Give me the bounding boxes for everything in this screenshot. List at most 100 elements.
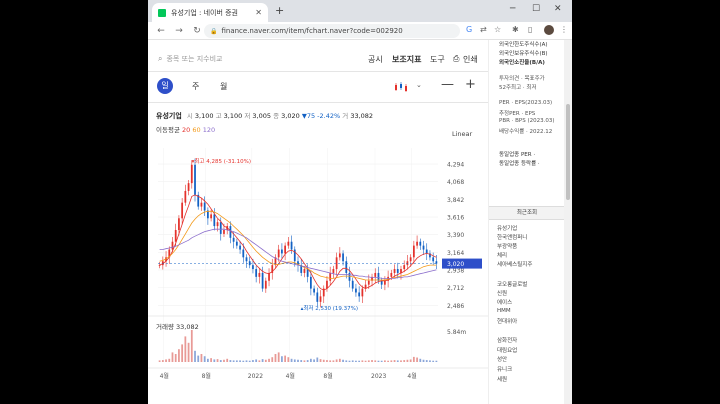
sidebar-opinion: 투자의견 · 목표주가 bbox=[499, 76, 545, 82]
ma-20: 20 bbox=[182, 126, 191, 134]
volume-bar bbox=[384, 360, 386, 362]
ma20-line bbox=[159, 194, 437, 291]
back-icon[interactable]: ← bbox=[156, 26, 166, 36]
recent-item[interactable]: 세아베스틸지주 bbox=[497, 260, 532, 268]
candle-body bbox=[223, 230, 225, 234]
browser-tab[interactable]: 유성기업 : 네이버 증권 ✕ bbox=[152, 3, 268, 22]
extensions-icon[interactable]: ✱ bbox=[512, 25, 519, 34]
divider bbox=[148, 71, 488, 72]
close-window-icon[interactable]: ✕ bbox=[554, 4, 562, 14]
candle-body bbox=[406, 261, 409, 266]
volume-bar bbox=[306, 360, 309, 362]
url-field[interactable]: 🔒 finance.naver.com/item/fchart.naver?co… bbox=[204, 24, 460, 38]
reload-icon[interactable]: ↻ bbox=[192, 26, 202, 36]
tab-weekly[interactable]: 주 bbox=[192, 81, 199, 92]
volume-bar bbox=[387, 360, 389, 362]
minimize-icon[interactable]: ─ bbox=[510, 4, 515, 14]
scale-select[interactable]: Linear bbox=[452, 130, 472, 138]
volume-bar bbox=[303, 360, 306, 362]
menu-disclosure[interactable]: 공시 bbox=[368, 54, 383, 65]
recent-item[interactable]: 신원 bbox=[497, 289, 507, 297]
maximize-icon[interactable]: ☐ bbox=[532, 4, 540, 14]
volume-bar bbox=[200, 354, 203, 362]
candle-body bbox=[219, 222, 222, 234]
x-tick-label: 8월 bbox=[202, 372, 211, 380]
compare-search[interactable]: ⌕ 종목 또는 지수비교 bbox=[158, 52, 258, 66]
y-tick-label: 4,294 bbox=[447, 162, 464, 169]
recent-item[interactable]: 한국앤컴퍼니 bbox=[497, 233, 527, 241]
bookmark-star-icon[interactable]: ☆ bbox=[494, 25, 501, 34]
volume-bar bbox=[235, 360, 238, 362]
left-black-margin bbox=[0, 0, 148, 404]
scrollbar-thumb[interactable] bbox=[566, 104, 570, 200]
moving-average-legend[interactable]: 이동평균 20 60 120 bbox=[156, 124, 215, 134]
volume-bar bbox=[248, 360, 251, 362]
volume-bar bbox=[432, 360, 435, 362]
candle-body bbox=[277, 249, 280, 258]
close-tab-icon[interactable]: ✕ bbox=[255, 8, 262, 17]
tab-daily[interactable]: 일 bbox=[157, 78, 173, 94]
volume-bar bbox=[223, 359, 225, 362]
zoom-in-icon[interactable]: + bbox=[465, 77, 476, 92]
volume-bar bbox=[322, 359, 325, 362]
volume-bar bbox=[332, 360, 335, 362]
candle-body bbox=[326, 280, 328, 289]
print-icon[interactable]: ⎙ bbox=[453, 54, 459, 64]
ma-60: 60 bbox=[192, 126, 201, 134]
volume-bar bbox=[416, 357, 418, 362]
more-menu-icon[interactable]: ⋮ bbox=[560, 25, 568, 34]
volume-bar bbox=[342, 359, 344, 362]
menu-tools[interactable]: 도구 bbox=[430, 54, 445, 65]
max-annotation: ▾최고 4,285 (-31.10%) bbox=[192, 157, 251, 165]
page-scrollbar[interactable] bbox=[564, 40, 572, 404]
volume-bar bbox=[348, 360, 351, 362]
volume-bar bbox=[316, 357, 319, 362]
chevron-down-icon[interactable]: ⌄ bbox=[416, 81, 422, 89]
search-placeholder: 종목 또는 지수비교 bbox=[166, 55, 223, 63]
volume-bar bbox=[174, 354, 177, 362]
recent-header[interactable]: 최근조회 bbox=[489, 206, 565, 220]
close-label: 종 bbox=[273, 112, 280, 120]
candle-body bbox=[419, 241, 422, 246]
volume-bar bbox=[168, 358, 171, 362]
volume-bar bbox=[351, 360, 354, 362]
tab-monthly[interactable]: 월 bbox=[220, 81, 227, 92]
volume-bar bbox=[390, 360, 393, 362]
recent-item[interactable]: 에이스 bbox=[497, 298, 512, 306]
volume-bar bbox=[435, 360, 438, 362]
sidepanel-icon[interactable]: ▯ bbox=[528, 25, 532, 34]
menu-print[interactable]: 인쇄 bbox=[463, 54, 478, 65]
google-icon[interactable]: G bbox=[466, 25, 472, 34]
price-chart[interactable]: 4,2944,0683,8423,6163,3903,1642,9382,712… bbox=[148, 140, 488, 400]
profile-avatar[interactable] bbox=[544, 25, 554, 35]
recent-item[interactable]: 세원 bbox=[497, 375, 507, 383]
volume-bar bbox=[242, 360, 245, 362]
candle-body bbox=[261, 272, 264, 289]
translate-icon[interactable]: ⇄ bbox=[480, 25, 487, 34]
candle-body bbox=[416, 241, 418, 246]
recent-item[interactable]: 유성기업 bbox=[497, 224, 517, 232]
recent-item[interactable]: 체리 bbox=[497, 251, 507, 259]
recent-item[interactable]: 유니크 bbox=[497, 365, 512, 373]
menu-indicators[interactable]: 보조지표 bbox=[392, 54, 421, 65]
candle-body bbox=[232, 237, 235, 242]
candle-body bbox=[409, 257, 412, 262]
recent-item[interactable]: 대림요업 bbox=[497, 346, 517, 354]
recent-item[interactable]: 현대위아 bbox=[497, 317, 517, 325]
recent-item[interactable]: 부광약품 bbox=[497, 242, 517, 250]
volume-bar bbox=[406, 359, 409, 362]
y-tick-label: 3,616 bbox=[447, 215, 464, 222]
divider bbox=[148, 102, 488, 103]
zoom-out-icon[interactable]: — bbox=[441, 77, 454, 92]
volume-bar bbox=[184, 336, 187, 362]
browser-window: 유성기업 : 네이버 증권 ✕ + ─ ☐ ✕ ← → ↻ 🔒 finance.… bbox=[148, 0, 572, 404]
recent-item[interactable]: 성안 bbox=[497, 355, 507, 363]
new-tab-icon[interactable]: + bbox=[275, 4, 284, 17]
recent-item[interactable]: 코오롱글로벌 bbox=[497, 280, 527, 288]
candle-type-icon[interactable] bbox=[394, 82, 408, 92]
volume-panel-value: 33,082 bbox=[176, 323, 199, 331]
recent-item[interactable]: HMM bbox=[497, 308, 511, 314]
volume-bar bbox=[425, 360, 428, 362]
recent-item[interactable]: 삼화전자 bbox=[497, 336, 517, 344]
forward-icon[interactable]: → bbox=[174, 26, 184, 36]
